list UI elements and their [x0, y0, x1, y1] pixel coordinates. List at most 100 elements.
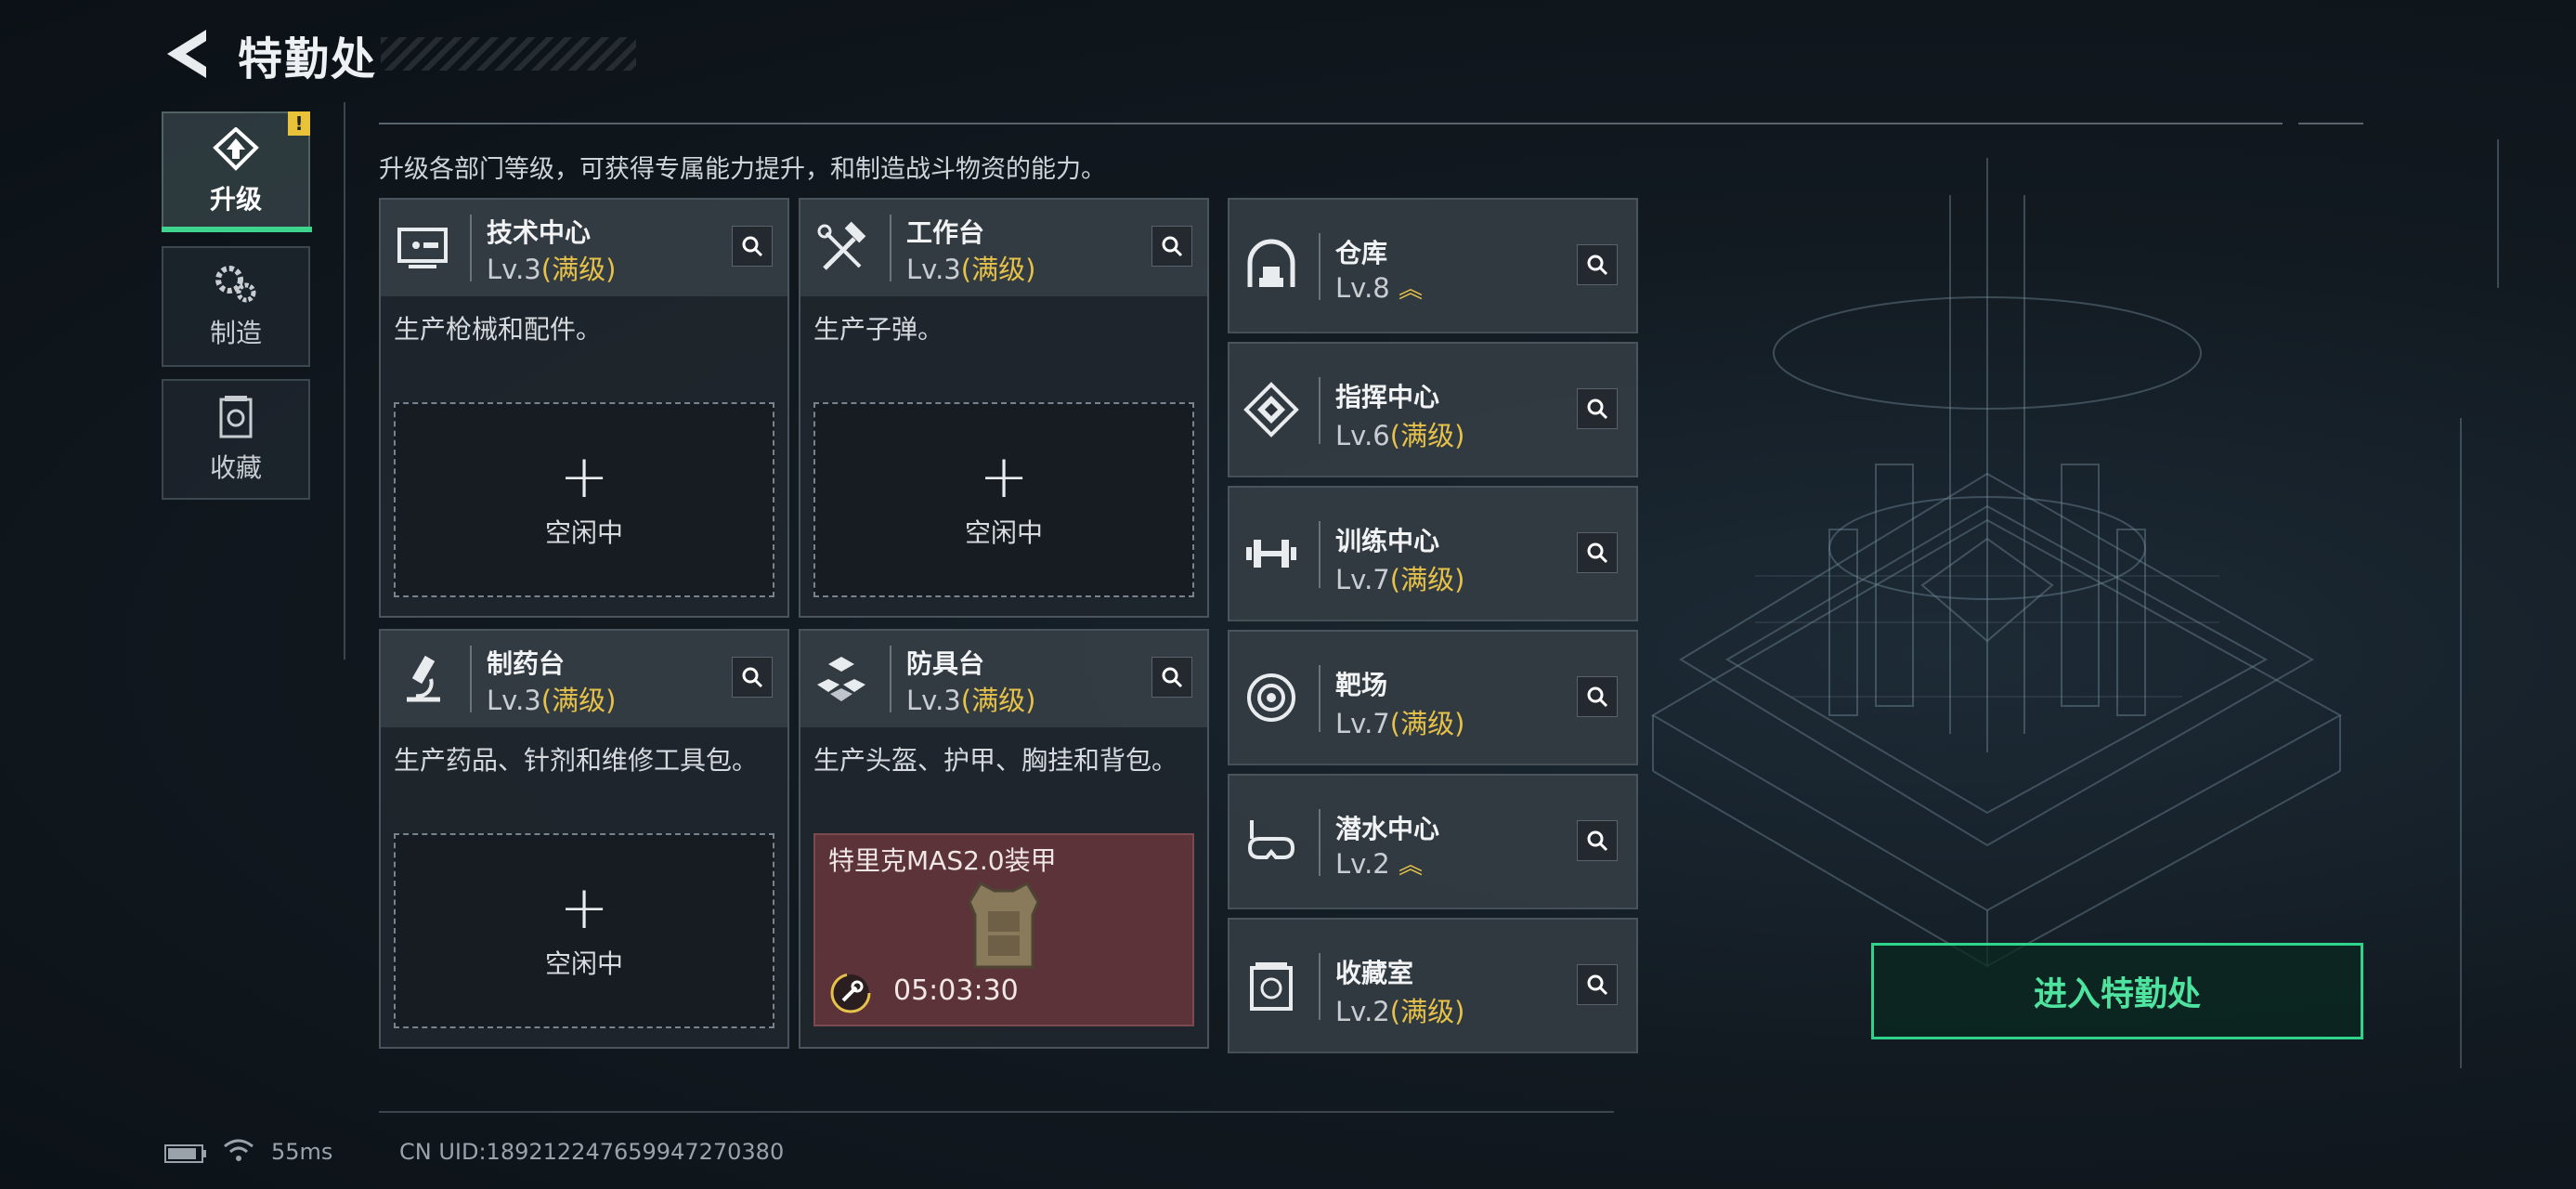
card-level: Lv.3(满级): [487, 248, 616, 287]
facility-row-training-center[interactable]: 训练中心 Lv.7(满级): [1228, 486, 1638, 621]
max-level-tag: (满级): [1389, 564, 1465, 595]
card-separator: [1319, 377, 1321, 444]
facility-card-armor-bench[interactable]: 防具台 Lv.3(满级) 生产头盔、护甲、胸挂和背包。 特里克MAS2.0装甲 …: [799, 629, 1209, 1049]
card-title: 防具台: [906, 648, 985, 679]
search-button[interactable]: [1151, 226, 1192, 267]
level-value: Lv.3: [906, 254, 961, 285]
plus-icon: +: [979, 443, 1029, 512]
facility-row-warehouse[interactable]: 仓库 Lv.8 ︽: [1228, 198, 1638, 333]
level-value: Lv.7: [1335, 564, 1390, 595]
production-slot[interactable]: + 空闲中: [394, 833, 774, 1028]
gears-icon: [215, 266, 256, 303]
search-button[interactable]: [732, 226, 773, 267]
user-uid: CN UID:189212247659947270380: [399, 1139, 785, 1165]
search-button[interactable]: [1577, 820, 1618, 861]
wifi-icon: [224, 1139, 254, 1161]
production-slot[interactable]: + 空闲中: [813, 402, 1194, 597]
bottom-divider: [379, 1111, 1614, 1113]
collection-room-icon: [1250, 962, 1293, 1011]
facility-card-pharmacy[interactable]: 制药台 Lv.3(满级) 生产药品、针剂和维修工具包。 + 空闲中: [379, 629, 789, 1049]
level-value: Lv.2: [1335, 996, 1390, 1027]
card-separator: [470, 215, 472, 281]
crafting-slot[interactable]: 特里克MAS2.0装甲 05:03:30: [813, 833, 1194, 1026]
facility-card-workbench[interactable]: 工作台 Lv.3(满级) 生产子弹。 + 空闲中: [799, 198, 1209, 618]
card-header: 制药台 Lv.3(满级): [381, 631, 787, 727]
card-level: Lv.3(满级): [487, 679, 616, 718]
search-icon: [1587, 830, 1608, 852]
card-level: Lv.3(满级): [906, 679, 1035, 718]
divider-line: [379, 123, 2283, 124]
card-separator: [1319, 809, 1321, 876]
search-button[interactable]: [1577, 964, 1618, 1005]
max-level-tag: (满级): [960, 254, 1036, 285]
base-building-illustration: [1651, 139, 2499, 1068]
search-icon: [742, 667, 763, 688]
row-level: Lv.2(满级): [1335, 990, 1464, 1029]
divider-line-short: [2298, 123, 2363, 124]
facility-row-command-center[interactable]: 指挥中心 Lv.6(满级): [1228, 342, 1638, 477]
page-description: 升级各部门等级，可获得专属能力提升，和制造战斗物资的能力。: [379, 155, 1106, 184]
row-level: Lv.7(满级): [1335, 558, 1464, 597]
enter-special-ops-button[interactable]: 进入特勤处: [1871, 943, 2363, 1039]
facility-row-collection-room[interactable]: 收藏室 Lv.2(满级): [1228, 918, 1638, 1053]
card-separator: [1319, 521, 1321, 588]
row-header: 训练中心 Lv.7(满级): [1229, 488, 1636, 621]
card-header: 防具台 Lv.3(满级): [800, 631, 1207, 727]
row-title: 收藏室: [1335, 958, 1414, 988]
nav-active-indicator: [162, 227, 312, 232]
row-header: 靶场 Lv.7(满级): [1229, 632, 1636, 765]
nav-craft-label: 制造: [209, 318, 262, 348]
max-level-tag: (满级): [540, 254, 617, 285]
card-separator: [1319, 233, 1321, 300]
page-title: 特勤处: [238, 33, 378, 85]
wrench-timer-icon: [830, 973, 871, 1013]
level-value: Lv.3: [487, 254, 541, 285]
body-armor-image: [968, 882, 1040, 969]
row-title: 指挥中心: [1335, 382, 1440, 412]
search-icon: [1162, 667, 1183, 688]
crafting-item-name: 特里克MAS2.0装甲: [828, 845, 1057, 876]
upgrade-icon: [213, 127, 259, 171]
facility-card-tech-center[interactable]: 技术中心 Lv.3(满级) 生产枪械和配件。 + 空闲中: [379, 198, 789, 618]
max-level-tag: (满级): [1389, 996, 1465, 1027]
back-arrow-icon[interactable]: [158, 26, 214, 82]
max-level-tag: (满级): [1389, 708, 1465, 739]
production-slot[interactable]: + 空闲中: [394, 402, 774, 597]
row-header: 潜水中心 Lv.2 ︽: [1229, 776, 1636, 909]
facility-row-shooting-range[interactable]: 靶场 Lv.7(满级): [1228, 630, 1638, 765]
card-separator: [1319, 665, 1321, 732]
card-title: 制药台: [487, 648, 566, 679]
card-title: 工作台: [906, 217, 985, 248]
upgrade-available-icon: ︽: [1398, 852, 1423, 880]
row-title: 训练中心: [1335, 526, 1440, 556]
row-header: 指挥中心 Lv.6(满级): [1229, 344, 1636, 477]
row-title: 潜水中心: [1335, 814, 1440, 844]
battery-icon: [164, 1144, 206, 1163]
level-value: Lv.3: [487, 685, 541, 716]
nav-craft[interactable]: 制造: [162, 246, 310, 367]
level-value: Lv.3: [906, 685, 961, 716]
row-header: 仓库 Lv.8 ︽: [1229, 200, 1636, 333]
nav-collection[interactable]: 收藏: [162, 379, 310, 500]
slot-status: 空闲中: [964, 517, 1043, 548]
search-icon: [1587, 686, 1608, 708]
facility-row-diving-center[interactable]: 潜水中心 Lv.2 ︽: [1228, 774, 1638, 909]
search-button[interactable]: [1577, 676, 1618, 717]
search-button[interactable]: [1151, 657, 1192, 698]
hammer-wrench-icon: [817, 221, 866, 270]
card-header: 工作台 Lv.3(满级): [800, 200, 1207, 296]
nav-divider: [344, 102, 345, 660]
row-level: Lv.8 ︽: [1335, 270, 1423, 305]
search-button[interactable]: [732, 657, 773, 698]
card-header: 技术中心 Lv.3(满级): [381, 200, 787, 296]
search-icon: [742, 236, 763, 257]
search-button[interactable]: [1577, 244, 1618, 285]
search-button[interactable]: [1577, 532, 1618, 573]
row-title: 仓库: [1335, 238, 1388, 268]
dumbbell-icon: [1246, 540, 1296, 568]
row-title: 靶场: [1335, 670, 1388, 700]
level-value: Lv.2: [1335, 848, 1390, 880]
search-button[interactable]: [1577, 388, 1618, 429]
plus-icon: +: [559, 874, 609, 943]
max-level-tag: (满级): [960, 685, 1036, 716]
